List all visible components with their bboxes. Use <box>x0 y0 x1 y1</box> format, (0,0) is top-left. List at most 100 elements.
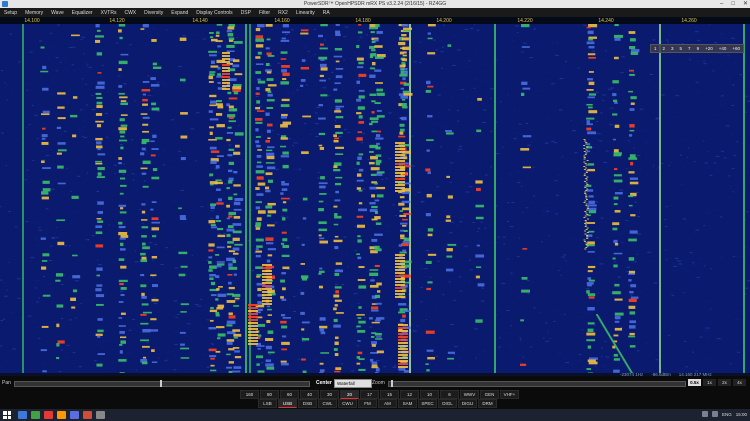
menu-diversity[interactable]: Diversity <box>140 8 167 17</box>
media-icon[interactable] <box>57 411 66 419</box>
zoom-slider[interactable] <box>388 380 686 387</box>
close-button[interactable]: ✕ <box>743 0 748 8</box>
mode-button-fm[interactable]: FM <box>358 399 377 408</box>
band-button-15[interactable]: 15 <box>380 390 399 399</box>
powersdr-icon[interactable] <box>70 411 79 419</box>
menu-wave[interactable]: Wave <box>47 8 68 17</box>
chrome-icon[interactable] <box>31 411 40 419</box>
waterfall-signal <box>282 217 286 221</box>
menu-expand[interactable]: Expand <box>167 8 192 17</box>
mode-button-spec[interactable]: SPEC <box>418 399 437 408</box>
display-offset-button[interactable]: +20 <box>702 45 716 52</box>
waterfall-noise <box>162 221 167 223</box>
band-button-wwv[interactable]: WWV <box>460 390 479 399</box>
display-offset-button[interactable]: 7 <box>685 45 694 52</box>
display-offset-button[interactable]: +40 <box>716 45 730 52</box>
band-button-12[interactable]: 12 <box>400 390 419 399</box>
display-mode-select[interactable]: Waterfall <box>334 379 372 388</box>
menu-filter[interactable]: Filter <box>255 8 274 17</box>
display-offset-button[interactable]: 3 <box>668 45 677 52</box>
start-icon[interactable] <box>3 411 11 419</box>
band-button-17[interactable]: 17 <box>360 390 379 399</box>
mode-button-digl[interactable]: DIGL <box>438 399 457 408</box>
mode-button-dsb[interactable]: DSB <box>298 399 317 408</box>
menu-xvtrs[interactable]: XVTRs <box>97 8 121 17</box>
waterfall-signal <box>255 128 259 132</box>
waterfall-signal <box>356 325 361 328</box>
band-button-vhfplus[interactable]: VHF+ <box>500 390 519 399</box>
display-offset-button[interactable]: +60 <box>729 45 743 52</box>
waterfall-noise <box>601 356 603 358</box>
waterfall-noise <box>433 364 437 366</box>
waterfall-noise <box>286 93 290 95</box>
display-offset-button[interactable]: 1 <box>651 45 660 52</box>
band-button-40[interactable]: 40 <box>300 390 319 399</box>
band-button-30[interactable]: 30 <box>320 390 339 399</box>
menu-display-controls[interactable]: Display Controls <box>192 8 236 17</box>
mode-button-drm[interactable]: DRM <box>478 399 497 408</box>
minimize-button[interactable]: – <box>720 0 723 8</box>
menu-ra[interactable]: RA <box>319 8 334 17</box>
zoom-button-2x[interactable]: 2x <box>718 379 731 386</box>
display-offset-button[interactable]: 9 <box>694 45 703 52</box>
pan-slider[interactable] <box>14 380 310 387</box>
waterfall-noise <box>356 345 359 347</box>
waterfall-noise <box>135 250 137 252</box>
menu-rx2[interactable]: RX2 <box>274 8 292 17</box>
waterfall-signal <box>228 266 238 270</box>
menu-cwx[interactable]: CWX <box>120 8 140 17</box>
waterfall-signal <box>587 30 594 35</box>
waterfall-signal <box>227 281 232 285</box>
menu-setup[interactable]: Setup <box>0 8 21 17</box>
menu-linearity[interactable]: Linearity <box>292 8 319 17</box>
waterfall-streak <box>583 145 586 146</box>
zoom-button-1x[interactable]: 1x <box>703 379 716 386</box>
network-icon[interactable] <box>701 411 708 417</box>
waterfall-noise <box>361 188 366 190</box>
mode-button-digu[interactable]: DIGU <box>458 399 477 408</box>
clock[interactable]: 15:00 <box>736 412 747 417</box>
maximize-button[interactable]: □ <box>731 0 735 8</box>
mode-button-usb[interactable]: USB <box>278 399 297 408</box>
opera-icon[interactable] <box>44 411 53 419</box>
display-offset-button[interactable]: 2 <box>660 45 669 52</box>
center-button[interactable]: Center <box>316 380 332 386</box>
band-button-6[interactable]: 6 <box>440 390 459 399</box>
mode-button-cwu[interactable]: CWU <box>338 399 357 408</box>
volume-icon[interactable] <box>711 411 718 417</box>
band-button-gen[interactable]: GEN <box>480 390 499 399</box>
waterfall-signal <box>586 26 591 29</box>
mode-button-cwl[interactable]: CWL <box>318 399 337 408</box>
waterfall-signal <box>374 182 378 185</box>
language-indicator[interactable]: ENG <box>722 412 732 417</box>
app-icon[interactable] <box>96 411 105 419</box>
waterfall-noise <box>713 37 716 39</box>
waterfall-noise <box>703 225 706 227</box>
band-button-20[interactable]: 20 <box>340 390 359 399</box>
zoom-button-0-5x[interactable]: 0.5x <box>688 379 701 386</box>
file-explorer-icon[interactable] <box>18 411 27 419</box>
mode-button-am[interactable]: AM <box>378 399 397 408</box>
menu-dsp[interactable]: DSP <box>237 8 255 17</box>
display-offset-button[interactable]: 5 <box>677 45 686 52</box>
app-icon[interactable] <box>83 411 92 419</box>
zoom-slider-thumb[interactable] <box>391 380 393 387</box>
mode-button-sam[interactable]: SAM <box>398 399 417 408</box>
mode-button-lsb[interactable]: LSB <box>258 399 277 408</box>
waterfall-noise <box>367 159 370 161</box>
band-button-80[interactable]: 80 <box>260 390 279 399</box>
waterfall-noise <box>563 77 566 79</box>
menu-equalizer[interactable]: Equalizer <box>68 8 97 17</box>
waterfall-noise <box>581 310 584 312</box>
menu-memory[interactable]: Memory <box>21 8 47 17</box>
waterfall-signal <box>208 220 216 224</box>
waterfall-signal <box>56 323 60 328</box>
band-button-160[interactable]: 160 <box>240 390 259 399</box>
waterfall-display[interactable] <box>0 24 750 373</box>
zoom-button-4x[interactable]: 4x <box>733 379 746 386</box>
pan-slider-thumb[interactable] <box>160 380 162 387</box>
waterfall-signal <box>587 96 595 99</box>
band-button-60[interactable]: 60 <box>280 390 299 399</box>
waterfall-signal <box>319 369 325 372</box>
band-button-10[interactable]: 10 <box>420 390 439 399</box>
